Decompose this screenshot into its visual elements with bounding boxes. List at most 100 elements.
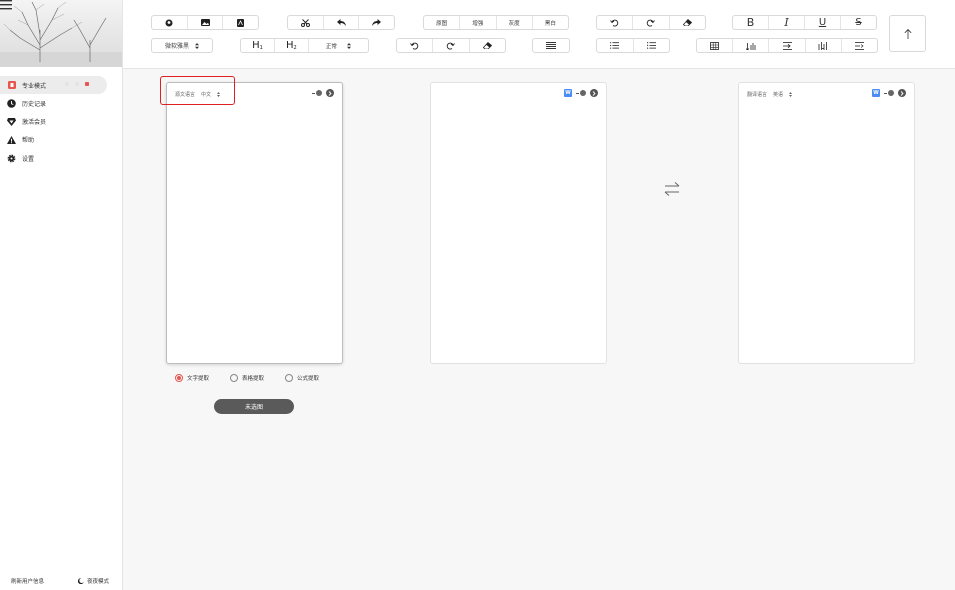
letter-spacing-button[interactable] [806, 39, 842, 52]
sidebar-item-pro-mode[interactable]: 专业模式 [0, 76, 107, 94]
extract-mode-group: 文字提取 表格提取 公式提取 [175, 374, 319, 382]
rotate-right-button[interactable] [633, 16, 670, 29]
text-history-group [396, 38, 506, 53]
radio-table-extract[interactable]: 表格提取 [230, 374, 264, 382]
scissors-icon [300, 18, 310, 27]
sidebar-item-label: 激活会员 [22, 119, 47, 127]
text-redo-button[interactable] [433, 39, 470, 52]
translation-controls: W [872, 89, 906, 97]
paragraph-value: 正常 [325, 43, 337, 50]
mode-grayscale-button[interactable]: 灰度 [497, 16, 533, 29]
translation-toggle[interactable] [884, 90, 894, 96]
target-lang-label: 翻译语言 [747, 92, 768, 98]
font-family-select[interactable]: 微软雅黑 [151, 38, 213, 53]
heading1-button[interactable]: H1 [241, 39, 275, 52]
source-toggle[interactable] [312, 90, 322, 96]
strikethrough-button[interactable]: S [841, 16, 876, 29]
translation-go-button[interactable] [898, 89, 906, 97]
dot-icon[interactable] [75, 82, 79, 86]
italic-button[interactable]: I [769, 16, 805, 29]
paragraph-select[interactable]: 正常 [309, 39, 368, 52]
bullet-list-button[interactable] [634, 39, 670, 52]
ordered-list-icon [610, 42, 620, 49]
swap-icon[interactable] [663, 180, 681, 198]
undo-button[interactable] [324, 16, 360, 29]
rotate-right-icon [647, 19, 656, 26]
eraser-icon [682, 19, 692, 26]
erase-button[interactable] [670, 16, 705, 29]
rotate-left-button[interactable] [597, 16, 634, 29]
target-lang-selector[interactable]: 翻译语言 英语 [747, 91, 793, 98]
undo-icon [410, 42, 419, 49]
clock-icon [7, 98, 16, 108]
result-toggle[interactable] [576, 90, 586, 96]
diamond-icon [7, 117, 16, 126]
no-image-button[interactable]: 未选图 [214, 399, 294, 414]
night-mode-label: 夜夜模式 [87, 579, 110, 585]
toolbar: 原图 增强 灰度 黑白 B I U S 微软雅黑 H1 H2 正常 [123, 0, 955, 69]
result-panel[interactable]: W [430, 82, 607, 364]
list-group [596, 38, 670, 53]
source-panel[interactable]: 源文语言 中文 [166, 82, 343, 364]
night-mode-toggle[interactable]: 夜夜模式 [78, 577, 109, 585]
translation-panel[interactable]: 翻译语言 英语 W [738, 82, 915, 364]
word-export-button[interactable]: W [564, 89, 572, 97]
arrow-up-icon [904, 28, 911, 39]
target-lang-value: 英语 [773, 92, 784, 98]
radio-formula-extract[interactable]: 公式提取 [285, 374, 319, 382]
source-controls [312, 89, 334, 97]
sidebar-item-label: 历史记录 [22, 100, 47, 108]
refresh-user-info-link[interactable]: 刷新用户信息 [11, 577, 44, 585]
sidebar-item-help[interactable]: 帮助 [0, 131, 122, 149]
heading2-button[interactable]: H2 [275, 39, 309, 52]
sidebar-item-history[interactable]: 历史记录 [0, 94, 122, 112]
sidebar-item-membership[interactable]: 激活会员 [0, 113, 122, 131]
source-go-button[interactable] [326, 89, 334, 97]
snow-tree-banner [0, 0, 122, 67]
word-export-button[interactable]: W [872, 89, 880, 97]
menu-icon[interactable] [0, 0, 12, 10]
cut-button[interactable] [288, 16, 324, 29]
redo-button[interactable] [359, 16, 394, 29]
bold-button[interactable]: B [733, 16, 769, 29]
edit-group [287, 15, 395, 30]
radio-text-extract[interactable]: 文字提取 [175, 374, 209, 382]
text-direction-button[interactable] [842, 39, 877, 52]
radio-label: 表格提取 [242, 376, 265, 382]
moon-icon [78, 578, 84, 584]
pdf-button[interactable] [223, 16, 258, 29]
mode-original-button[interactable]: 原图 [424, 16, 461, 29]
select-arrows-icon [195, 42, 199, 49]
sidebar-item-settings[interactable]: 设置 [0, 149, 122, 167]
sidebar-item-label: 专业模式 [22, 82, 47, 90]
result-go-button[interactable] [590, 89, 598, 97]
camera-button[interactable] [152, 16, 188, 29]
sidebar-nav: 专业模式 历史记录 激活会员 帮助 设置 [0, 76, 122, 167]
text-style-group: B I U S [732, 15, 877, 30]
heading1-letter: H [252, 40, 260, 51]
mode-bw-button[interactable]: 黑白 [533, 16, 568, 29]
reply-icon [336, 19, 346, 26]
window-dots [65, 82, 89, 86]
line-height-button[interactable] [733, 39, 770, 52]
eraser-icon [482, 42, 492, 49]
text-undo-button[interactable] [397, 39, 434, 52]
forward-icon [372, 19, 382, 26]
clear-format-button[interactable] [470, 39, 505, 52]
font-family-value: 微软雅黑 [164, 43, 189, 50]
align-button[interactable] [532, 38, 570, 53]
close-dot-icon[interactable] [85, 82, 89, 86]
underline-button[interactable]: U [805, 16, 841, 29]
dot-icon[interactable] [65, 82, 69, 86]
image-button[interactable] [188, 16, 224, 29]
align-justify-button[interactable] [533, 39, 569, 52]
heading1-sub: 1 [259, 44, 263, 51]
mode-enhance-button[interactable]: 增强 [460, 16, 497, 29]
sidebar: 专业模式 历史记录 激活会员 帮助 设置 刷新用户信息 夜夜模式 [0, 0, 123, 590]
scroll-top-button[interactable] [889, 15, 926, 52]
indent-button[interactable] [769, 39, 806, 52]
ordered-list-button[interactable] [597, 39, 634, 52]
bullet-list-icon [646, 42, 656, 49]
table-button[interactable] [697, 39, 734, 52]
letter-spacing-icon [818, 41, 828, 50]
